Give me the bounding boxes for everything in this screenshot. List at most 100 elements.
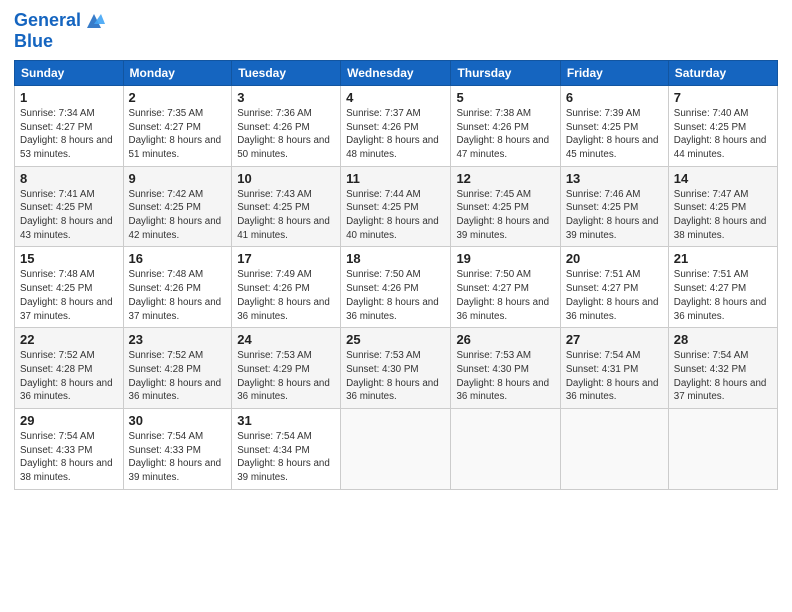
calendar-cell: 25Sunrise: 7:53 AMSunset: 4:30 PMDayligh…	[341, 328, 451, 409]
day-info: Sunrise: 7:34 AMSunset: 4:27 PMDaylight:…	[20, 107, 118, 162]
day-info: Sunrise: 7:54 AMSunset: 4:33 PMDaylight:…	[129, 430, 227, 485]
weekday-thursday: Thursday	[451, 60, 560, 85]
day-info: Sunrise: 7:41 AMSunset: 4:25 PMDaylight:…	[20, 188, 118, 243]
calendar-cell: 19 Sunrise: 7:50 AMSunset: 4:27 PMDayligh…	[451, 247, 560, 328]
day-info: Sunrise: 7:43 AMSunset: 4:25 PMDaylight:…	[237, 188, 335, 243]
day-number: 19	[456, 251, 554, 266]
day-info: Sunrise: 7:40 AMSunset: 4:25 PMDaylight:…	[674, 107, 772, 162]
day-info: Sunrise: 7:46 AMSunset: 4:25 PMDaylight:…	[566, 188, 663, 243]
page-container: General Blue SundayMondayTuesdayWednesda…	[0, 0, 792, 500]
weekday-monday: Monday	[123, 60, 232, 85]
week-row-1: 1Sunrise: 7:34 AMSunset: 4:27 PMDaylight…	[15, 85, 778, 166]
day-number: 5	[456, 90, 554, 105]
day-info: Sunrise: 7:44 AMSunset: 4:25 PMDaylight:…	[346, 188, 445, 243]
day-info: Sunrise: 7:35 AMSunset: 4:27 PMDaylight:…	[129, 107, 227, 162]
weekday-tuesday: Tuesday	[232, 60, 341, 85]
calendar-cell: 2 Sunrise: 7:35 AMSunset: 4:27 PMDaylight…	[123, 85, 232, 166]
day-number: 16	[129, 251, 227, 266]
week-row-2: 8Sunrise: 7:41 AMSunset: 4:25 PMDaylight…	[15, 166, 778, 247]
weekday-wednesday: Wednesday	[341, 60, 451, 85]
day-number: 12	[456, 171, 554, 186]
day-number: 10	[237, 171, 335, 186]
calendar-cell: 14Sunrise: 7:47 AMSunset: 4:25 PMDayligh…	[668, 166, 777, 247]
calendar-cell	[451, 409, 560, 490]
calendar-table: SundayMondayTuesdayWednesdayThursdayFrid…	[14, 60, 778, 490]
day-info: Sunrise: 7:54 AMSunset: 4:32 PMDaylight:…	[674, 349, 772, 404]
day-info: Sunrise: 7:42 AMSunset: 4:25 PMDaylight:…	[129, 188, 227, 243]
calendar-cell: 16 Sunrise: 7:48 AMSunset: 4:26 PMDayligh…	[123, 247, 232, 328]
calendar-cell: 29 Sunrise: 7:54 AMSunset: 4:33 PMDayligh…	[15, 409, 124, 490]
day-info: Sunrise: 7:48 AMSunset: 4:26 PMDaylight:…	[129, 268, 227, 323]
day-number: 17	[237, 251, 335, 266]
day-info: Sunrise: 7:37 AMSunset: 4:26 PMDaylight:…	[346, 107, 445, 162]
day-info: Sunrise: 7:39 AMSunset: 4:25 PMDaylight:…	[566, 107, 663, 162]
calendar-cell: 4 Sunrise: 7:37 AMSunset: 4:26 PMDaylight…	[341, 85, 451, 166]
day-number: 29	[20, 413, 118, 428]
day-info: Sunrise: 7:54 AMSunset: 4:31 PMDaylight:…	[566, 349, 663, 404]
day-info: Sunrise: 7:50 AMSunset: 4:27 PMDaylight:…	[456, 268, 554, 323]
calendar-cell: 20Sunrise: 7:51 AMSunset: 4:27 PMDayligh…	[560, 247, 668, 328]
weekday-saturday: Saturday	[668, 60, 777, 85]
day-info: Sunrise: 7:36 AMSunset: 4:26 PMDaylight:…	[237, 107, 335, 162]
day-number: 20	[566, 251, 663, 266]
day-number: 18	[346, 251, 445, 266]
day-number: 4	[346, 90, 445, 105]
day-info: Sunrise: 7:53 AMSunset: 4:30 PMDaylight:…	[456, 349, 554, 404]
calendar-cell: 8Sunrise: 7:41 AMSunset: 4:25 PMDaylight…	[15, 166, 124, 247]
calendar-cell: 15Sunrise: 7:48 AMSunset: 4:25 PMDayligh…	[15, 247, 124, 328]
calendar-cell: 13 Sunrise: 7:46 AMSunset: 4:25 PMDayligh…	[560, 166, 668, 247]
calendar-cell: 9Sunrise: 7:42 AMSunset: 4:25 PMDaylight…	[123, 166, 232, 247]
calendar-cell: 23Sunrise: 7:52 AMSunset: 4:28 PMDayligh…	[123, 328, 232, 409]
weekday-sunday: Sunday	[15, 60, 124, 85]
day-number: 22	[20, 332, 118, 347]
day-info: Sunrise: 7:52 AMSunset: 4:28 PMDaylight:…	[129, 349, 227, 404]
calendar-cell: 27 Sunrise: 7:54 AMSunset: 4:31 PMDayligh…	[560, 328, 668, 409]
day-info: Sunrise: 7:51 AMSunset: 4:27 PMDaylight:…	[674, 268, 772, 323]
week-row-4: 22 Sunrise: 7:52 AMSunset: 4:28 PMDayligh…	[15, 328, 778, 409]
day-number: 14	[674, 171, 772, 186]
logo-general: General	[14, 10, 81, 30]
header: General Blue	[14, 10, 778, 52]
day-number: 31	[237, 413, 335, 428]
calendar-cell: 5 Sunrise: 7:38 AMSunset: 4:26 PMDaylight…	[451, 85, 560, 166]
calendar-cell: 3 Sunrise: 7:36 AMSunset: 4:26 PMDaylight…	[232, 85, 341, 166]
calendar-cell: 24 Sunrise: 7:53 AMSunset: 4:29 PMDayligh…	[232, 328, 341, 409]
day-info: Sunrise: 7:53 AMSunset: 4:29 PMDaylight:…	[237, 349, 335, 404]
calendar-cell: 28 Sunrise: 7:54 AMSunset: 4:32 PMDayligh…	[668, 328, 777, 409]
calendar-cell: 26Sunrise: 7:53 AMSunset: 4:30 PMDayligh…	[451, 328, 560, 409]
day-number: 30	[129, 413, 227, 428]
day-number: 3	[237, 90, 335, 105]
day-number: 27	[566, 332, 663, 347]
week-row-3: 15Sunrise: 7:48 AMSunset: 4:25 PMDayligh…	[15, 247, 778, 328]
day-number: 11	[346, 171, 445, 186]
day-number: 13	[566, 171, 663, 186]
day-number: 24	[237, 332, 335, 347]
calendar-cell: 12Sunrise: 7:45 AMSunset: 4:25 PMDayligh…	[451, 166, 560, 247]
day-info: Sunrise: 7:38 AMSunset: 4:26 PMDaylight:…	[456, 107, 554, 162]
calendar-cell: 30 Sunrise: 7:54 AMSunset: 4:33 PMDayligh…	[123, 409, 232, 490]
calendar-cell: 1Sunrise: 7:34 AMSunset: 4:27 PMDaylight…	[15, 85, 124, 166]
calendar-cell: 10 Sunrise: 7:43 AMSunset: 4:25 PMDayligh…	[232, 166, 341, 247]
calendar-cell: 31Sunrise: 7:54 AMSunset: 4:34 PMDayligh…	[232, 409, 341, 490]
day-info: Sunrise: 7:54 AMSunset: 4:33 PMDaylight:…	[20, 430, 118, 485]
day-number: 6	[566, 90, 663, 105]
calendar-cell: 7 Sunrise: 7:40 AMSunset: 4:25 PMDaylight…	[668, 85, 777, 166]
calendar-cell: 17 Sunrise: 7:49 AMSunset: 4:26 PMDayligh…	[232, 247, 341, 328]
logo-icon	[83, 10, 105, 32]
logo-blue: Blue	[14, 32, 53, 52]
day-number: 28	[674, 332, 772, 347]
calendar-cell: 21Sunrise: 7:51 AMSunset: 4:27 PMDayligh…	[668, 247, 777, 328]
day-info: Sunrise: 7:52 AMSunset: 4:28 PMDaylight:…	[20, 349, 118, 404]
calendar-cell: 11 Sunrise: 7:44 AMSunset: 4:25 PMDayligh…	[341, 166, 451, 247]
day-number: 7	[674, 90, 772, 105]
week-row-5: 29 Sunrise: 7:54 AMSunset: 4:33 PMDayligh…	[15, 409, 778, 490]
calendar-cell	[341, 409, 451, 490]
day-number: 2	[129, 90, 227, 105]
weekday-header-row: SundayMondayTuesdayWednesdayThursdayFrid…	[15, 60, 778, 85]
day-info: Sunrise: 7:49 AMSunset: 4:26 PMDaylight:…	[237, 268, 335, 323]
calendar-cell: 22 Sunrise: 7:52 AMSunset: 4:28 PMDayligh…	[15, 328, 124, 409]
day-info: Sunrise: 7:53 AMSunset: 4:30 PMDaylight:…	[346, 349, 445, 404]
day-info: Sunrise: 7:48 AMSunset: 4:25 PMDaylight:…	[20, 268, 118, 323]
calendar-cell	[668, 409, 777, 490]
logo: General Blue	[14, 10, 105, 52]
